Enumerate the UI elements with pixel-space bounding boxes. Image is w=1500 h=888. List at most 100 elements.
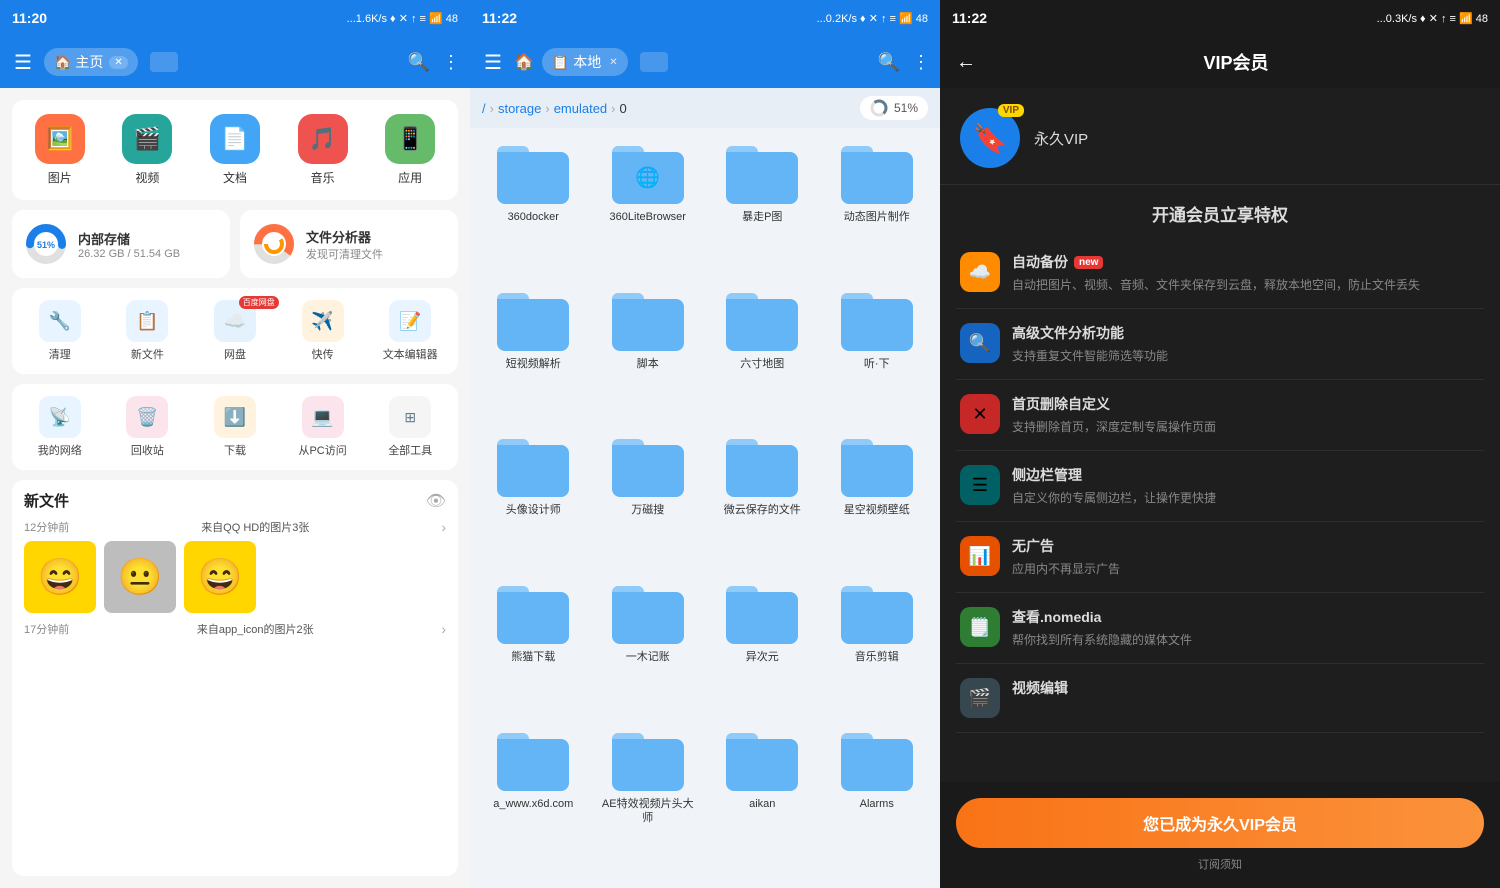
local-tab[interactable]: 📋 本地 ✕ xyxy=(542,48,628,76)
search-icon-2[interactable]: 🔍 xyxy=(878,52,900,73)
baidu-badge: 百度网盘 xyxy=(239,296,279,309)
folder-item-11[interactable]: 星空视频壁纸 xyxy=(824,431,931,570)
storage-pct-label: 51% xyxy=(894,101,918,115)
tool-editor[interactable]: 📝 文本编辑器 xyxy=(370,300,450,362)
home-tab[interactable]: 🏠 主页 ✕ xyxy=(44,48,138,76)
category-music[interactable]: 🎵 音乐 xyxy=(283,114,363,186)
folder-label-15: 音乐剪辑 xyxy=(855,650,899,664)
folder-item-12[interactable]: 熊猫下载 xyxy=(480,578,587,717)
tool-network[interactable]: 📡 我的网络 xyxy=(20,396,100,458)
panel-local: 11:22 ...0.2K/s ♦ ✕ ↑ ≡ 📶 48 ☰ 🏠 📋 本地 ✕ … xyxy=(470,0,940,888)
file-source-2: 来自app_icon的图片2张 xyxy=(197,621,314,637)
folder-item-10[interactable]: 微云保存的文件 xyxy=(709,431,816,570)
folder-item-2[interactable]: 暴走P图 xyxy=(709,138,816,277)
folder-icon-8 xyxy=(497,439,569,497)
category-pics[interactable]: 🖼️ 图片 xyxy=(20,114,100,186)
vip-avatar: 🔖 VIP xyxy=(960,108,1020,168)
tab-close-2[interactable]: ✕ xyxy=(609,57,617,68)
status-icons-1: ...1.6K/s ♦ ✕ ↑ ≡ 📶 48 xyxy=(347,12,458,25)
tab-grid-icon[interactable] xyxy=(150,52,178,72)
vip-become-button[interactable]: 您已成为永久VIP会员 xyxy=(956,798,1484,848)
chevron-right-icon-1[interactable]: › xyxy=(441,519,446,535)
folder-item-13[interactable]: 一木记账 xyxy=(595,578,702,717)
folder-item-6[interactable]: 六寸地图 xyxy=(709,285,816,424)
search-icon-1[interactable]: 🔍 xyxy=(408,52,430,73)
folder-body-19 xyxy=(841,739,913,791)
menu-icon-1[interactable]: ☰ xyxy=(10,46,36,79)
panel-vip: 11:22 ...0.3K/s ♦ ✕ ↑ ≡ 📶 48 ← VIP会员 🔖 V… xyxy=(940,0,1500,888)
folder-item-4[interactable]: 短视频解析 xyxy=(480,285,587,424)
tool-cloud[interactable]: 百度网盘 ☁️ 网盘 xyxy=(195,300,275,362)
perk-title-0: 自动备份 new xyxy=(1012,252,1420,272)
perk-desc-5: 帮你找到所有系统隐藏的媒体文件 xyxy=(1012,631,1192,649)
bc-storage[interactable]: storage xyxy=(498,101,541,116)
category-app[interactable]: 📱 应用 xyxy=(370,114,450,186)
network-label: 我的网络 xyxy=(38,442,82,458)
perk-content-4: 无广告 应用内不再显示广告 xyxy=(1012,536,1120,578)
folder-item-19[interactable]: Alarms xyxy=(824,725,931,878)
folder-item-18[interactable]: aikan xyxy=(709,725,816,878)
perk-content-2: 首页删除自定义 支持删除首页，深度定制专属操作页面 xyxy=(1012,394,1216,436)
folder-item-0[interactable]: 360docker xyxy=(480,138,587,277)
cloud-label: 网盘 xyxy=(224,346,246,362)
vip-sub-notice[interactable]: 订阅须知 xyxy=(956,856,1484,872)
menu-icon-2[interactable]: ☰ xyxy=(480,46,506,79)
folder-item-1[interactable]: 🌐 360LiteBrowser xyxy=(595,138,702,277)
folder-label-11: 星空视频壁纸 xyxy=(844,503,910,517)
analyzer-desc: 发现可清理文件 xyxy=(306,246,383,262)
folder-item-15[interactable]: 音乐剪辑 xyxy=(824,578,931,717)
tool-all[interactable]: ⊞ 全部工具 xyxy=(370,396,450,458)
folder-icon-4 xyxy=(497,293,569,351)
perk-icon-1: 🔍 xyxy=(960,323,1000,363)
tool-send[interactable]: ✈️ 快传 xyxy=(283,300,363,362)
recycle-icon: 🗑️ xyxy=(126,396,168,438)
folder-item-9[interactable]: 万磁搜 xyxy=(595,431,702,570)
folder-item-8[interactable]: 头像设计师 xyxy=(480,431,587,570)
internal-storage-card[interactable]: 51% 内部存储 26.32 GB / 51.54 GB xyxy=(12,210,230,278)
tab-close-1[interactable]: ✕ xyxy=(109,56,127,69)
more-icon-2[interactable]: ⋮ xyxy=(912,52,930,73)
folder-item-5[interactable]: 脚本 xyxy=(595,285,702,424)
thumb-1-3[interactable]: 😄 xyxy=(184,541,256,613)
bc-root[interactable]: / xyxy=(482,101,486,116)
nav-bar-3: ← VIP会员 xyxy=(940,36,1500,88)
thumb-1-1[interactable]: 😄 xyxy=(24,541,96,613)
category-doc[interactable]: 📄 文档 xyxy=(195,114,275,186)
category-video[interactable]: 🎬 视频 xyxy=(108,114,188,186)
folder-body-14 xyxy=(726,592,798,644)
back-button[interactable]: ← xyxy=(956,51,976,74)
perk-desc-0: 自动把图片、视频、音频、文件夹保存到云盘，释放本地空间，防止文件丢失 xyxy=(1012,276,1420,294)
folder-icon-15 xyxy=(841,586,913,644)
folder-item-7[interactable]: 听·下 xyxy=(824,285,931,424)
send-icon: ✈️ xyxy=(302,300,344,342)
folder-label-5: 脚本 xyxy=(637,357,659,371)
more-icon-1[interactable]: ⋮ xyxy=(442,52,460,73)
perk-icon-5: 🗒️ xyxy=(960,607,1000,647)
tool-pc[interactable]: 💻 从PC访问 xyxy=(283,396,363,458)
storage-title: 内部存储 xyxy=(78,229,180,248)
network-icon: 📡 xyxy=(39,396,81,438)
perk-item-2: ✕ 首页删除自定义 支持删除首页，深度定制专属操作页面 xyxy=(956,380,1484,451)
folder-label-4: 短视频解析 xyxy=(506,357,561,371)
analyzer-card[interactable]: 文件分析器 发现可清理文件 xyxy=(240,210,458,278)
tool-clean[interactable]: 🔧 清理 xyxy=(20,300,100,362)
folder-item-17[interactable]: AE特效视频片头大师 xyxy=(595,725,702,878)
folder-item-3[interactable]: 动态图片制作 xyxy=(824,138,931,277)
bc-emulated[interactable]: emulated xyxy=(554,101,607,116)
thumb-1-2[interactable]: 😐 xyxy=(104,541,176,613)
tool-download[interactable]: ⬇️ 下载 xyxy=(195,396,275,458)
folder-item-14[interactable]: 异次元 xyxy=(709,578,816,717)
tool-newfile[interactable]: 📋 新文件 xyxy=(108,300,188,362)
folder-icon-11 xyxy=(841,439,913,497)
eye-icon[interactable]: 👁 xyxy=(426,491,446,511)
vip-perks-list: ☁️ 自动备份 new 自动把图片、视频、音频、文件夹保存到云盘，释放本地空间，… xyxy=(940,238,1500,782)
home-nav-icon-2[interactable]: 🏠 xyxy=(514,52,534,72)
folder-icon-18 xyxy=(726,733,798,791)
folder-item-16[interactable]: a_www.x6d.com xyxy=(480,725,587,878)
folder-body-0 xyxy=(497,152,569,204)
tab-grid-icon-2[interactable] xyxy=(640,52,668,72)
chevron-right-icon-2[interactable]: › xyxy=(441,621,446,637)
doc-icon: 📄 xyxy=(210,114,260,164)
tool-recycle[interactable]: 🗑️ 回收站 xyxy=(108,396,188,458)
folder-icon-9 xyxy=(612,439,684,497)
